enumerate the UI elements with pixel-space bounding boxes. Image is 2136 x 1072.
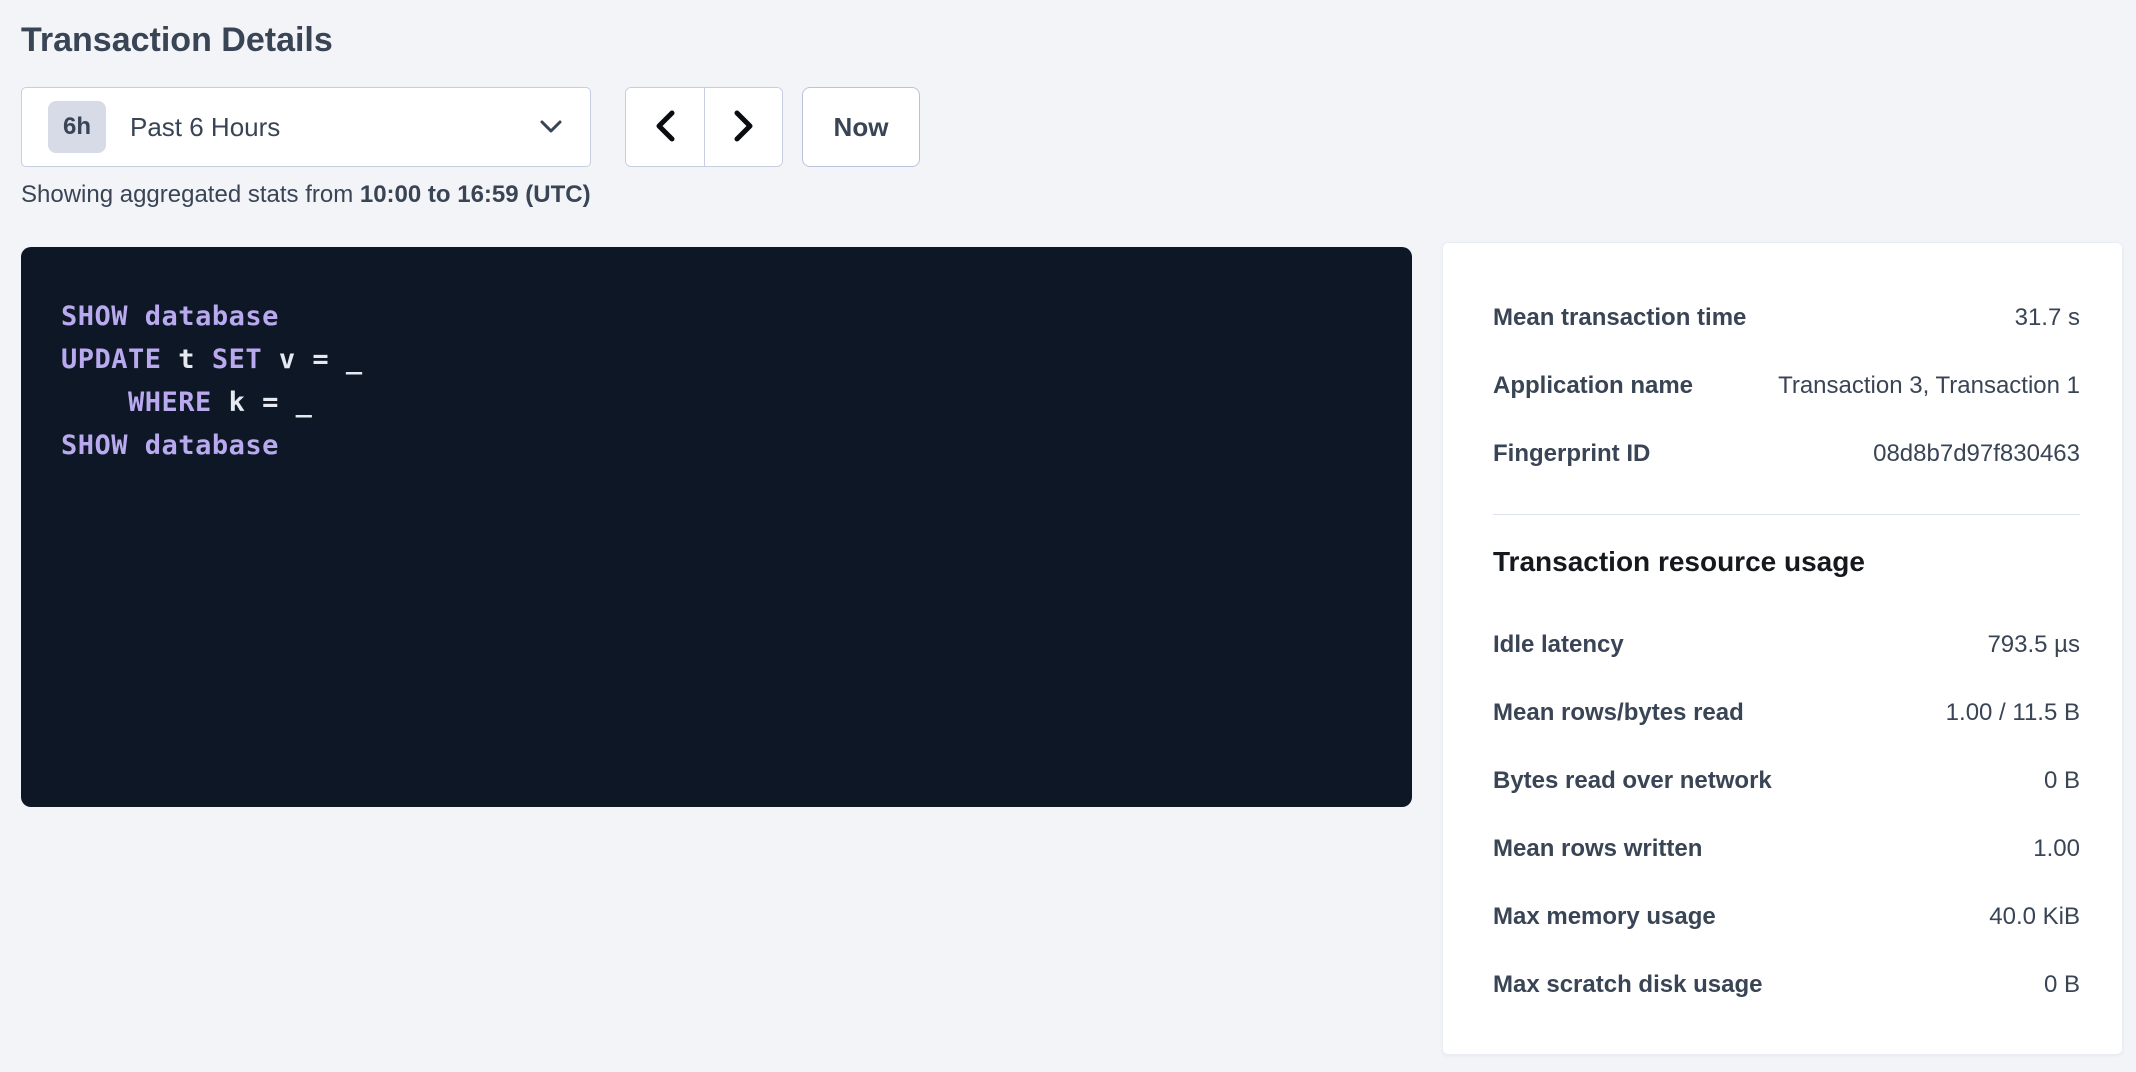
sql-token-keyword: SHOW: [61, 430, 128, 461]
stat-value: 1.00: [2033, 835, 2080, 863]
stat-value: 0 B: [2044, 971, 2080, 999]
sql-token-keyword: SHOW: [61, 301, 128, 332]
time-nav-button-group: [625, 87, 783, 167]
summary-time-range: 10:00 to 16:59 (UTC): [360, 181, 591, 208]
resource-usage-rows: Idle latency 793.5 µs Mean rows/bytes re…: [1493, 611, 2080, 1019]
stat-row-mean-rows-written: Mean rows written 1.00: [1493, 815, 2080, 883]
sql-token-plain: t: [162, 344, 212, 375]
chevron-down-icon: [540, 120, 562, 134]
time-range-selected-label: Past 6 Hours: [130, 112, 280, 143]
transaction-stats-card: Mean transaction time 31.7 s Application…: [1442, 242, 2123, 1055]
sql-line: SHOW database: [61, 295, 1372, 338]
sql-line: UPDATE t SET v = _: [61, 338, 1372, 381]
card-divider: [1493, 514, 2080, 515]
resource-usage-heading: Transaction resource usage: [1493, 545, 2080, 579]
stat-label: Application name: [1493, 372, 1693, 400]
sql-token-plain: k = _: [212, 387, 313, 418]
stat-label: Max scratch disk usage: [1493, 971, 1762, 999]
stat-value: 0 B: [2044, 767, 2080, 795]
sql-token-plain: [128, 430, 145, 461]
stat-label: Mean transaction time: [1493, 304, 1746, 332]
sql-token-keyword: database: [145, 430, 279, 461]
sql-statement-box: SHOW databaseUPDATE t SET v = _ WHERE k …: [21, 247, 1412, 807]
stat-label: Mean rows written: [1493, 835, 1702, 863]
transaction-details-page: Transaction Details 6h Past 6 Hours: [0, 0, 2136, 1055]
sql-line: WHERE k = _: [61, 381, 1372, 424]
sql-token-plain: v = _: [262, 344, 363, 375]
time-range-dropdown[interactable]: 6h Past 6 Hours: [21, 87, 591, 167]
stat-value: 08d8b7d97f830463: [1873, 440, 2080, 468]
stat-value: 1.00 / 11.5 B: [1946, 699, 2080, 727]
stat-value: 793.5 µs: [1987, 631, 2080, 659]
time-range-badge: 6h: [48, 101, 106, 153]
stat-row-bytes-read-over-network: Bytes read over network 0 B: [1493, 747, 2080, 815]
time-range-toolbar: 6h Past 6 Hours: [21, 87, 2123, 167]
chevron-left-icon: [653, 109, 677, 146]
stat-value: 31.7 s: [2015, 304, 2080, 332]
stat-label: Fingerprint ID: [1493, 440, 1650, 468]
sql-line: SHOW database: [61, 424, 1372, 467]
sql-token-keyword: WHERE: [128, 387, 212, 418]
sql-code: SHOW databaseUPDATE t SET v = _ WHERE k …: [61, 295, 1372, 467]
main-content: SHOW databaseUPDATE t SET v = _ WHERE k …: [21, 242, 2123, 1055]
stat-row-idle-latency: Idle latency 793.5 µs: [1493, 611, 2080, 679]
stat-row-mean-transaction-time: Mean transaction time 31.7 s: [1493, 284, 2080, 352]
page-title: Transaction Details: [21, 20, 2123, 61]
stat-row-application-name: Application name Transaction 3, Transact…: [1493, 352, 2080, 420]
stat-label: Bytes read over network: [1493, 767, 1772, 795]
stat-row-max-scratch-disk-usage: Max scratch disk usage 0 B: [1493, 951, 2080, 1019]
sql-token-keyword: SET: [212, 344, 262, 375]
stat-label: Idle latency: [1493, 631, 1624, 659]
aggregated-stats-summary: Showing aggregated stats from 10:00 to 1…: [21, 180, 2123, 209]
previous-time-button[interactable]: [626, 88, 704, 166]
sql-token-keyword: UPDATE: [61, 344, 162, 375]
summary-prefix: Showing aggregated stats from: [21, 181, 360, 208]
now-button[interactable]: Now: [802, 87, 920, 167]
stat-row-fingerprint-id: Fingerprint ID 08d8b7d97f830463: [1493, 420, 2080, 488]
stat-label: Max memory usage: [1493, 903, 1716, 931]
stat-value: 40.0 KiB: [1989, 903, 2080, 931]
stat-row-mean-rows-bytes-read: Mean rows/bytes read 1.00 / 11.5 B: [1493, 679, 2080, 747]
stat-row-max-memory-usage: Max memory usage 40.0 KiB: [1493, 883, 2080, 951]
sql-token-plain: [128, 301, 145, 332]
stat-label: Mean rows/bytes read: [1493, 699, 1744, 727]
sql-token-keyword: database: [145, 301, 279, 332]
stat-value: Transaction 3, Transaction 1: [1778, 372, 2080, 400]
next-time-button[interactable]: [704, 88, 782, 166]
chevron-right-icon: [732, 109, 756, 146]
sql-token-plain: [61, 387, 128, 418]
